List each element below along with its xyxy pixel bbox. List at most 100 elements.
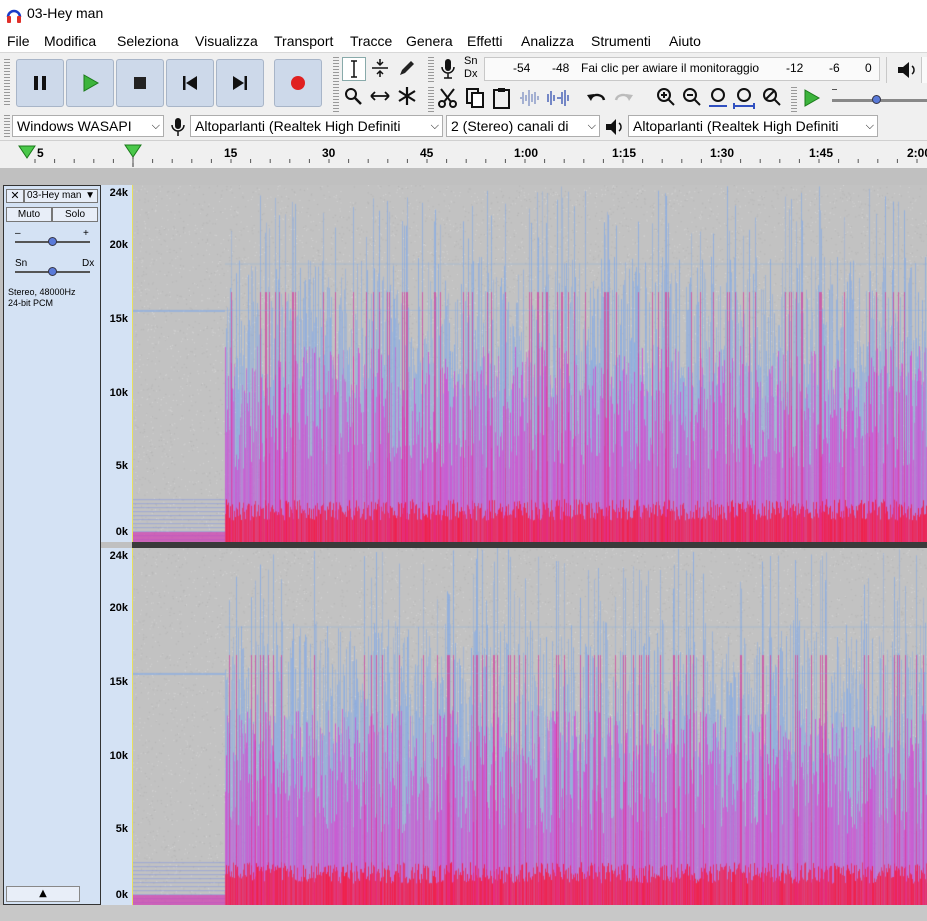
playback-speed-thumb[interactable] (872, 95, 881, 104)
time-shift-tool[interactable] (369, 85, 393, 109)
spectrogram-right-channel[interactable] (132, 548, 927, 905)
transport-toolbar-grip[interactable] (4, 59, 10, 107)
audio-host-dropdown[interactable]: Windows WASAPI ⌵ (12, 115, 164, 137)
chevron-down-icon: ⌵ (151, 120, 160, 132)
zoom-tool[interactable] (342, 85, 366, 109)
recording-channels-value: 2 (Stereo) canali di (451, 118, 569, 134)
meter-scale-12: -12 (786, 61, 804, 75)
menu-tracce[interactable]: Tracce (350, 33, 392, 49)
play-at-speed-button[interactable] (800, 86, 824, 110)
zoom-out-button[interactable] (680, 86, 704, 110)
menu-file[interactable]: File (7, 33, 30, 49)
meter-toolbar-grip[interactable] (428, 57, 434, 83)
recording-device-dropdown[interactable]: Altoparlanti (Realtek High Definiti ⌵ (190, 115, 443, 137)
tools-toolbar-grip[interactable] (333, 57, 339, 113)
menu-strumenti[interactable]: Strumenti (591, 33, 651, 49)
skip-to-start-button[interactable] (166, 59, 214, 107)
playback-meter[interactable] (921, 57, 927, 83)
record-button[interactable] (274, 59, 322, 107)
track-control-panel[interactable]: ✕ 03-Hey man ▼ Muto Solo – + Sn Dx Stereo… (3, 185, 101, 905)
gain-minus-label: – (15, 228, 21, 239)
freq-label: 15k (109, 676, 128, 688)
zoom-toggle-button[interactable] (760, 86, 784, 110)
fit-project-button[interactable] (732, 86, 756, 110)
recording-device-microphone-icon (171, 118, 185, 136)
toolbar-area: Sn Dx -54 -48 Fai clic per awiare il mon… (0, 52, 927, 140)
mute-button[interactable]: Muto (6, 207, 52, 222)
zoom-in-button[interactable] (654, 86, 678, 110)
toolbar-separator (886, 57, 887, 83)
scissors-icon (438, 88, 457, 108)
meter-scale-0: 0 (865, 61, 872, 75)
play-button[interactable] (66, 59, 114, 107)
gain-plus-label: + (83, 228, 89, 239)
device-toolbar-grip[interactable] (4, 115, 10, 139)
triangle-up-icon: ▲ (39, 888, 47, 899)
draw-tool[interactable] (396, 57, 420, 81)
clipboard-icon (493, 88, 510, 109)
freq-label: 0k (115, 889, 128, 901)
chevron-down-icon: ⌵ (865, 120, 874, 132)
pause-button[interactable] (16, 59, 64, 107)
monitor-prompt[interactable]: Fai clic per awiare il monitoraggio (581, 61, 759, 75)
stop-button[interactable] (116, 59, 164, 107)
envelope-tool[interactable] (369, 57, 393, 81)
menu-modifica[interactable]: Modifica (44, 33, 96, 49)
trim-audio-button[interactable] (517, 86, 543, 110)
multi-tool[interactable] (396, 85, 420, 109)
redo-icon (614, 93, 633, 101)
menu-seleziona[interactable]: Seleziona (117, 33, 179, 49)
menu-genera[interactable]: Genera (406, 33, 453, 49)
asterisk-icon (398, 87, 416, 105)
play-at-speed-toolbar-grip[interactable] (791, 87, 797, 113)
recording-channels-dropdown[interactable]: 2 (Stereo) canali di ⌵ (446, 115, 600, 137)
menu-visualizza[interactable]: Visualizza (195, 33, 258, 49)
ruler-label: 45 (420, 146, 434, 160)
magnifier-icon (345, 88, 362, 105)
silence-audio-button[interactable] (545, 86, 571, 110)
close-track-button[interactable]: ✕ (6, 189, 24, 203)
audacity-headphones-icon (6, 9, 22, 23)
timeline-ruler[interactable]: 5 15 30 45 1:00 1:15 1:30 1:45 2:00 (0, 140, 927, 168)
frequency-ruler-right-channel[interactable]: 24k 20k 15k 10k 5k 0k (101, 548, 132, 905)
meter-channel-left-label: Sn (464, 55, 478, 67)
track-format-bits: 24-bit PCM (8, 298, 54, 308)
spectrogram-left-channel[interactable] (132, 185, 927, 542)
undo-icon (587, 93, 606, 101)
track-name: 03-Hey man (27, 190, 82, 201)
menu-transport[interactable]: Transport (274, 33, 333, 49)
playback-device-dropdown[interactable]: Altoparlanti (Realtek High Definiti ⌵ (628, 115, 878, 137)
collapse-track-button[interactable]: ▲ (6, 886, 80, 902)
double-arrow-icon (370, 91, 390, 101)
track-name-menu-button[interactable]: 03-Hey man ▼ (24, 189, 98, 203)
edit-toolbar-grip[interactable] (428, 87, 434, 113)
meter-channel-right-label: Dx (464, 68, 478, 80)
play-at-speed-icon (804, 89, 821, 107)
menu-aiuto[interactable]: Aiuto (669, 33, 701, 49)
cut-button[interactable] (436, 86, 460, 110)
frequency-ruler-left-channel[interactable]: 24k 20k 15k 10k 5k 0k (101, 185, 132, 542)
copy-button[interactable] (463, 86, 487, 110)
freq-label: 10k (109, 750, 128, 762)
selection-tool[interactable] (342, 57, 366, 81)
chevron-down-icon: ⌵ (587, 120, 596, 132)
speaker-icon (898, 62, 915, 78)
pan-slider-thumb[interactable] (48, 267, 57, 276)
silence-waveform-icon (547, 90, 569, 106)
playback-device-speaker-icon (606, 119, 622, 135)
freq-label: 20k (109, 602, 128, 614)
solo-button[interactable]: Solo (52, 207, 98, 222)
pause-icon (34, 76, 46, 90)
paste-button[interactable] (490, 86, 514, 110)
play-head-marker-icon[interactable] (18, 144, 36, 160)
audio-host-value: Windows WASAPI (17, 118, 132, 134)
gain-slider-thumb[interactable] (48, 237, 57, 246)
fit-selection-button[interactable] (706, 86, 730, 110)
meter-scale-54: -54 (513, 61, 531, 75)
menu-effetti[interactable]: Effetti (467, 33, 503, 49)
menu-analizza[interactable]: Analizza (521, 33, 574, 49)
window-title: 03-Hey man (27, 5, 104, 21)
play-icon (83, 74, 100, 92)
undo-button[interactable] (585, 86, 609, 110)
skip-to-end-button[interactable] (216, 59, 264, 107)
